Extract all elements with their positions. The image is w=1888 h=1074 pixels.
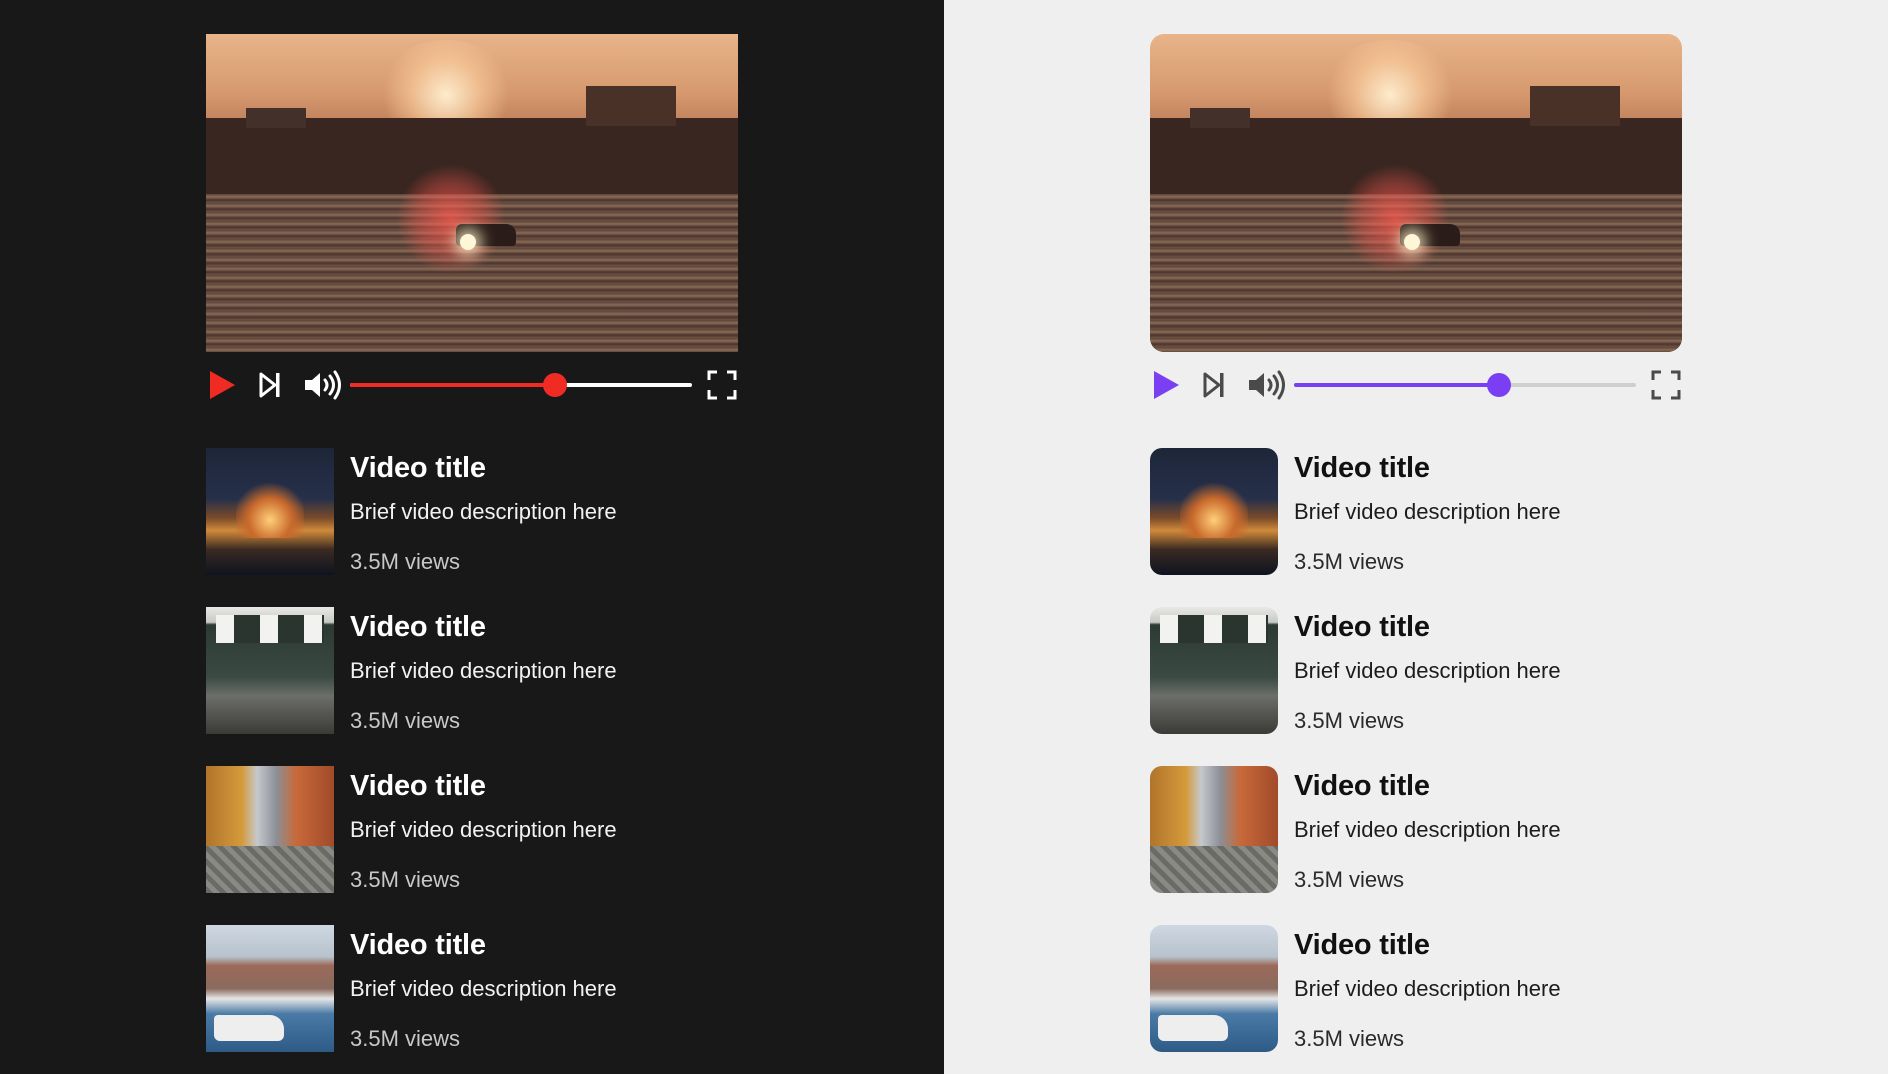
progress-handle[interactable] <box>1487 373 1512 397</box>
volume-button[interactable] <box>1246 369 1286 401</box>
list-item[interactable]: Video title Brief video description here… <box>206 448 806 575</box>
video-thumbnail[interactable] <box>206 925 334 1052</box>
view-count: 3.5M views <box>350 867 461 892</box>
list-item[interactable]: Video title Brief video description here… <box>1150 607 1750 734</box>
fullscreen-icon <box>707 370 737 400</box>
player-controls <box>1150 352 1682 416</box>
video-thumbnail[interactable] <box>1150 448 1278 575</box>
light-theme-panel: Video title Brief video description here… <box>944 0 1888 1074</box>
video-thumbnail[interactable] <box>1150 925 1278 1052</box>
video-title[interactable]: Video title <box>350 772 617 801</box>
skip-next-icon <box>1203 372 1224 398</box>
progress-track[interactable] <box>350 373 692 397</box>
view-count: 3.5M views <box>350 549 461 574</box>
video-thumbnail[interactable] <box>206 448 334 575</box>
list-item[interactable]: Video title Brief video description here… <box>206 766 806 893</box>
volume-button[interactable] <box>302 369 342 401</box>
volume-icon <box>305 370 341 400</box>
video-thumbnail[interactable] <box>1150 766 1278 893</box>
video-title[interactable]: Video title <box>1294 454 1561 483</box>
video-title[interactable]: Video title <box>350 931 617 960</box>
play-icon <box>1154 371 1179 399</box>
video-description: Brief video description here <box>1294 817 1561 842</box>
video-player <box>206 34 738 416</box>
list-item[interactable]: Video title Brief video description here… <box>1150 448 1750 575</box>
video-list: Video title Brief video description here… <box>206 448 806 1074</box>
video-player <box>1150 34 1682 416</box>
progress-fill <box>350 383 556 387</box>
view-count: 3.5M views <box>1294 1026 1405 1051</box>
video-thumbnail[interactable] <box>206 766 334 893</box>
progress-track[interactable] <box>1294 373 1636 397</box>
skip-next-button[interactable] <box>254 369 286 401</box>
list-item[interactable]: Video title Brief video description here… <box>1150 766 1750 893</box>
dark-theme-panel: Video title Brief video description here… <box>0 0 944 1074</box>
video-thumbnail[interactable] <box>206 607 334 734</box>
player-controls <box>206 352 738 416</box>
video-frame[interactable] <box>1150 34 1682 352</box>
list-item[interactable]: Video title Brief video description here… <box>206 607 806 734</box>
video-description: Brief video description here <box>350 658 617 683</box>
video-frame[interactable] <box>206 34 738 352</box>
list-item[interactable]: Video title Brief video description here… <box>1150 925 1750 1052</box>
view-count: 3.5M views <box>350 1026 461 1051</box>
video-thumbnail[interactable] <box>1150 607 1278 734</box>
progress-handle[interactable] <box>543 373 568 397</box>
fullscreen-button[interactable] <box>706 369 738 401</box>
video-title[interactable]: Video title <box>1294 772 1561 801</box>
video-title[interactable]: Video title <box>350 454 617 483</box>
video-list: Video title Brief video description here… <box>1150 448 1750 1074</box>
view-count: 3.5M views <box>1294 867 1405 892</box>
fullscreen-icon <box>1651 370 1681 400</box>
list-item[interactable]: Video title Brief video description here… <box>206 925 806 1052</box>
play-icon <box>210 371 235 399</box>
video-description: Brief video description here <box>1294 658 1561 683</box>
video-title[interactable]: Video title <box>1294 613 1561 642</box>
view-count: 3.5M views <box>1294 708 1405 733</box>
video-description: Brief video description here <box>350 817 617 842</box>
volume-icon <box>1249 370 1285 400</box>
progress-fill <box>1294 383 1500 387</box>
video-description: Brief video description here <box>1294 976 1561 1001</box>
video-title[interactable]: Video title <box>350 613 617 642</box>
video-description: Brief video description here <box>1294 499 1561 524</box>
fullscreen-button[interactable] <box>1650 369 1682 401</box>
view-count: 3.5M views <box>350 708 461 733</box>
play-button[interactable] <box>1150 369 1182 401</box>
skip-next-button[interactable] <box>1198 369 1230 401</box>
video-description: Brief video description here <box>350 976 617 1001</box>
view-count: 3.5M views <box>1294 549 1405 574</box>
skip-next-icon <box>259 372 280 398</box>
video-description: Brief video description here <box>350 499 617 524</box>
play-button[interactable] <box>206 369 238 401</box>
video-title[interactable]: Video title <box>1294 931 1561 960</box>
